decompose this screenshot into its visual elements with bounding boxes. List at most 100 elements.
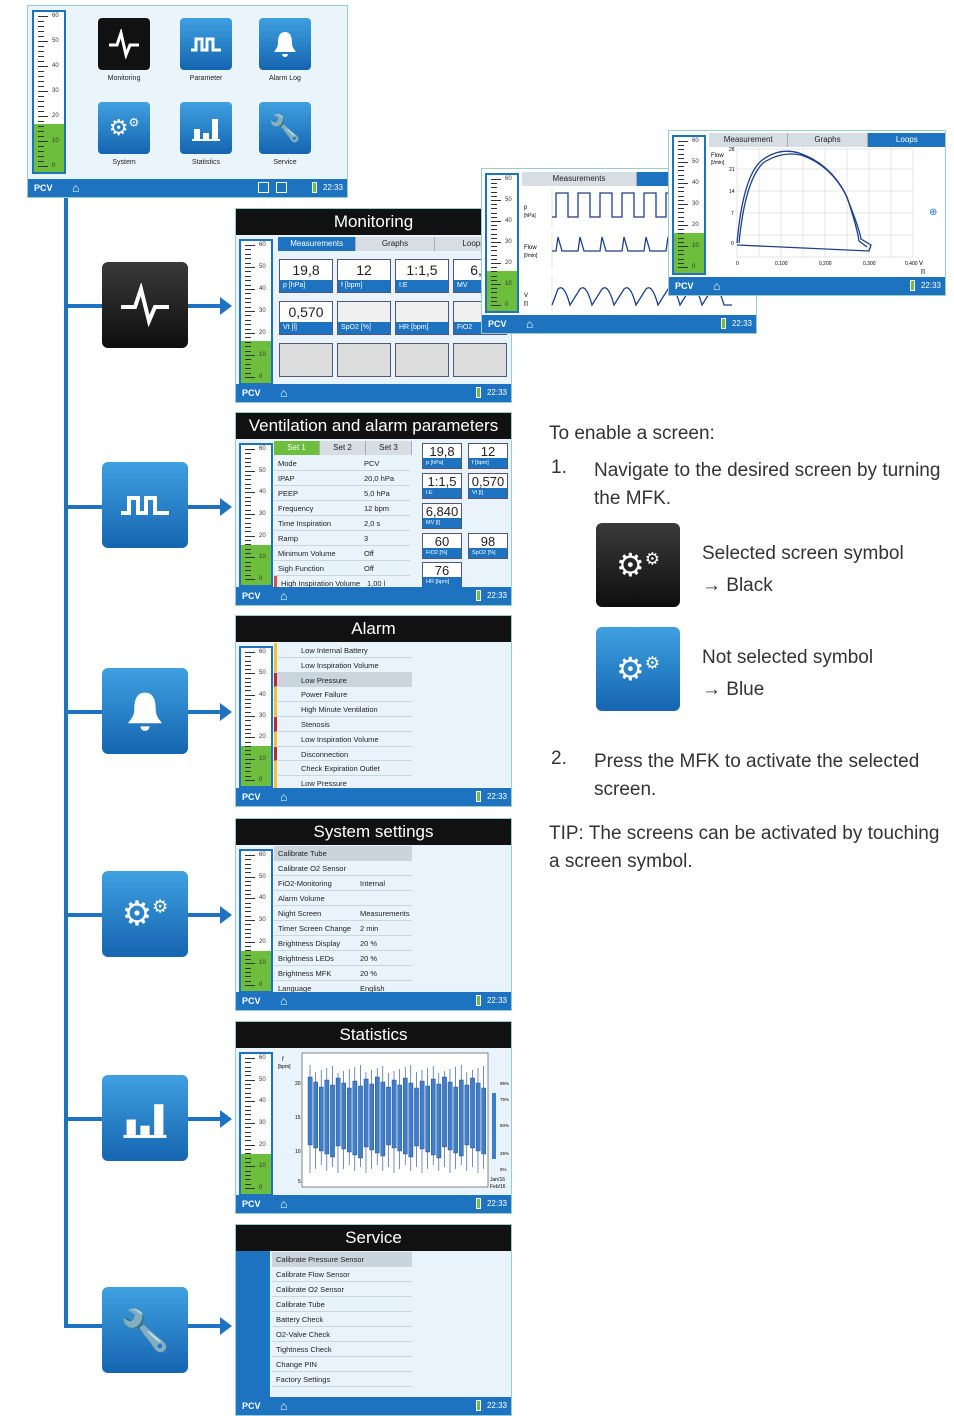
service-item[interactable]: Calibrate Pressure Sensor — [272, 1252, 412, 1267]
list-item[interactable]: Time Inspiration 2,0 s — [274, 516, 410, 531]
home-icon[interactable]: ⌂ — [280, 994, 287, 1008]
tab-set-3[interactable]: Set 3 — [366, 441, 412, 455]
svg-text:95%: 95% — [500, 1081, 509, 1086]
alarm-item[interactable]: Disconnection — [274, 746, 412, 762]
alarm-symbol[interactable] — [102, 668, 188, 754]
loops-tabs: Measurement Graphs Loops — [709, 133, 945, 147]
service-item[interactable]: Tightness Check — [272, 1342, 412, 1357]
not-selected-arrow-label: → Blue — [702, 679, 765, 700]
list-item[interactable]: PEEP 5,0 hPa — [274, 486, 410, 501]
status-bar: PCV ⌂ 22:33 — [28, 179, 347, 197]
gauge-label: 40 — [52, 63, 59, 69]
alarm-item[interactable]: Low Internal Battery — [274, 643, 412, 658]
settings-item[interactable]: Calibrate Tube — [274, 846, 412, 861]
service-item[interactable]: Calibrate O2 Sensor — [272, 1282, 412, 1297]
system-tile[interactable]: ⚙⚙ — [98, 102, 150, 154]
settings-item[interactable]: Alarm Volume — [274, 891, 412, 906]
tab-set-2[interactable]: Set 2 — [320, 441, 366, 455]
gauge-label: 10 — [259, 755, 266, 762]
gauge-label: 0 — [692, 264, 696, 270]
settings-item[interactable]: Calibrate O2 Sensor — [274, 861, 412, 876]
home-icon[interactable]: ⌂ — [72, 181, 79, 195]
gauge-label: 30 — [259, 308, 266, 314]
home-icon[interactable]: ⌂ — [280, 1197, 287, 1211]
service-item[interactable]: Calibrate Tube — [272, 1297, 412, 1312]
alarm-item[interactable]: Low Inspiration Volume — [274, 731, 412, 747]
home-icon[interactable]: ⌂ — [280, 790, 287, 804]
settings-item[interactable]: Night Screen Measurements — [274, 906, 412, 921]
statistics-tile[interactable] — [180, 102, 232, 154]
tab-graphs[interactable]: Graphs — [356, 237, 435, 251]
alarm-item[interactable]: Low Inspiration Volume — [274, 657, 412, 673]
svg-text:0,300: 0,300 — [863, 261, 876, 267]
alarm-item[interactable]: Check Expiration Outlet — [274, 761, 412, 777]
save-icon — [276, 182, 287, 193]
list-item[interactable]: Mode PCV — [274, 456, 410, 471]
list-item[interactable]: Sigh Function Off — [274, 561, 410, 576]
alarm-item[interactable]: High Minute Ventilation — [274, 702, 412, 717]
list-item[interactable]: IPAP 20,0 hPa — [274, 471, 410, 486]
tab-set-1[interactable]: Set 1 — [274, 441, 320, 455]
home-icon[interactable]: ⌂ — [280, 589, 287, 603]
list-item[interactable]: Ramp 3 — [274, 531, 410, 546]
battery-icon — [312, 182, 317, 193]
gauge-label: 50 — [259, 873, 266, 880]
gauge-label: 0 — [259, 576, 263, 582]
zoom-icon[interactable]: ⊕ — [929, 207, 937, 218]
service-item[interactable]: Calibrate Flow Sensor — [272, 1267, 412, 1282]
box-plot-box — [386, 1086, 391, 1146]
list-item[interactable]: Frequency 12 bpm — [274, 501, 410, 516]
svg-text:0,400: 0,400 — [905, 261, 918, 267]
gauge-label: 50 — [259, 670, 266, 677]
home-icon[interactable]: ⌂ — [526, 317, 533, 331]
tab-loops[interactable]: Loops — [867, 133, 945, 147]
settings-item[interactable]: FiO2-Monitoring Internal — [274, 876, 412, 891]
service-item[interactable]: Change PIN — [272, 1357, 412, 1372]
service-symbol[interactable]: 🔧 — [102, 1287, 188, 1373]
settings-item[interactable]: Timer Screen Change 2 min — [274, 921, 412, 936]
not-selected-label: Not selected symbol — [702, 647, 874, 668]
home-icon[interactable]: ⌂ — [280, 1399, 287, 1413]
mode-label: PCV — [242, 996, 261, 1006]
statistics-symbol[interactable] — [102, 1075, 188, 1161]
alarm-log-tile[interactable] — [259, 18, 311, 70]
clock: 22:33 — [486, 996, 507, 1005]
parameter-symbol[interactable] — [102, 462, 188, 548]
box-plot-box — [363, 1078, 369, 1148]
tab-measurement[interactable]: Measurement — [709, 133, 789, 147]
service-item[interactable]: Factory Settings — [272, 1372, 412, 1387]
tab-measurements[interactable]: Measurements — [278, 237, 357, 251]
alarm-item[interactable]: Low Pressure — [274, 672, 412, 688]
settings-item[interactable]: Brightness Display 20 % — [274, 936, 412, 951]
box-plot-box — [391, 1079, 397, 1149]
parameter-tile[interactable] — [180, 18, 232, 70]
svg-text:5: 5 — [298, 1179, 301, 1185]
gears-icon: ⚙⚙ — [616, 547, 660, 583]
settings-item[interactable]: Brightness MFK 20 % — [274, 966, 412, 981]
home-icon[interactable]: ⌂ — [713, 279, 720, 293]
monitoring-symbol[interactable] — [102, 262, 188, 348]
alarm-item[interactable]: Stenosis — [274, 717, 412, 732]
home-icon[interactable]: ⌂ — [280, 386, 287, 400]
settings-item[interactable]: Brightness LEDs 20 % — [274, 951, 412, 966]
gauge-label: 20 — [259, 938, 266, 945]
service-tile[interactable]: 🔧 — [259, 102, 311, 154]
gauge-label: 30 — [52, 88, 59, 94]
svg-text:75%: 75% — [500, 1097, 509, 1102]
monitoring-tile[interactable] — [98, 18, 150, 70]
alarm-item[interactable]: Power Failure — [274, 687, 412, 703]
box-plot-box — [475, 1082, 481, 1152]
tab-measurements[interactable]: Measurements — [522, 172, 637, 186]
gauge-label: 0 — [259, 374, 263, 380]
gauge-label: 60 — [259, 649, 266, 655]
gauge-label: 10 — [259, 554, 266, 561]
list-item[interactable]: Minimum Volume Off — [274, 546, 410, 561]
gauge-label: 20 — [259, 330, 266, 336]
svg-text:p: p — [524, 205, 528, 211]
system-symbol[interactable]: ⚙⚙ — [102, 871, 188, 957]
service-item[interactable]: Battery Check — [272, 1312, 412, 1327]
alarm-screen: Alarm 60 50 40 30 20 10 0 Low Internal Battery… — [235, 615, 512, 807]
svg-text:50%: 50% — [500, 1123, 509, 1128]
service-item[interactable]: O2-Valve Check — [272, 1327, 412, 1342]
tab-graphs[interactable]: Graphs — [788, 133, 868, 147]
